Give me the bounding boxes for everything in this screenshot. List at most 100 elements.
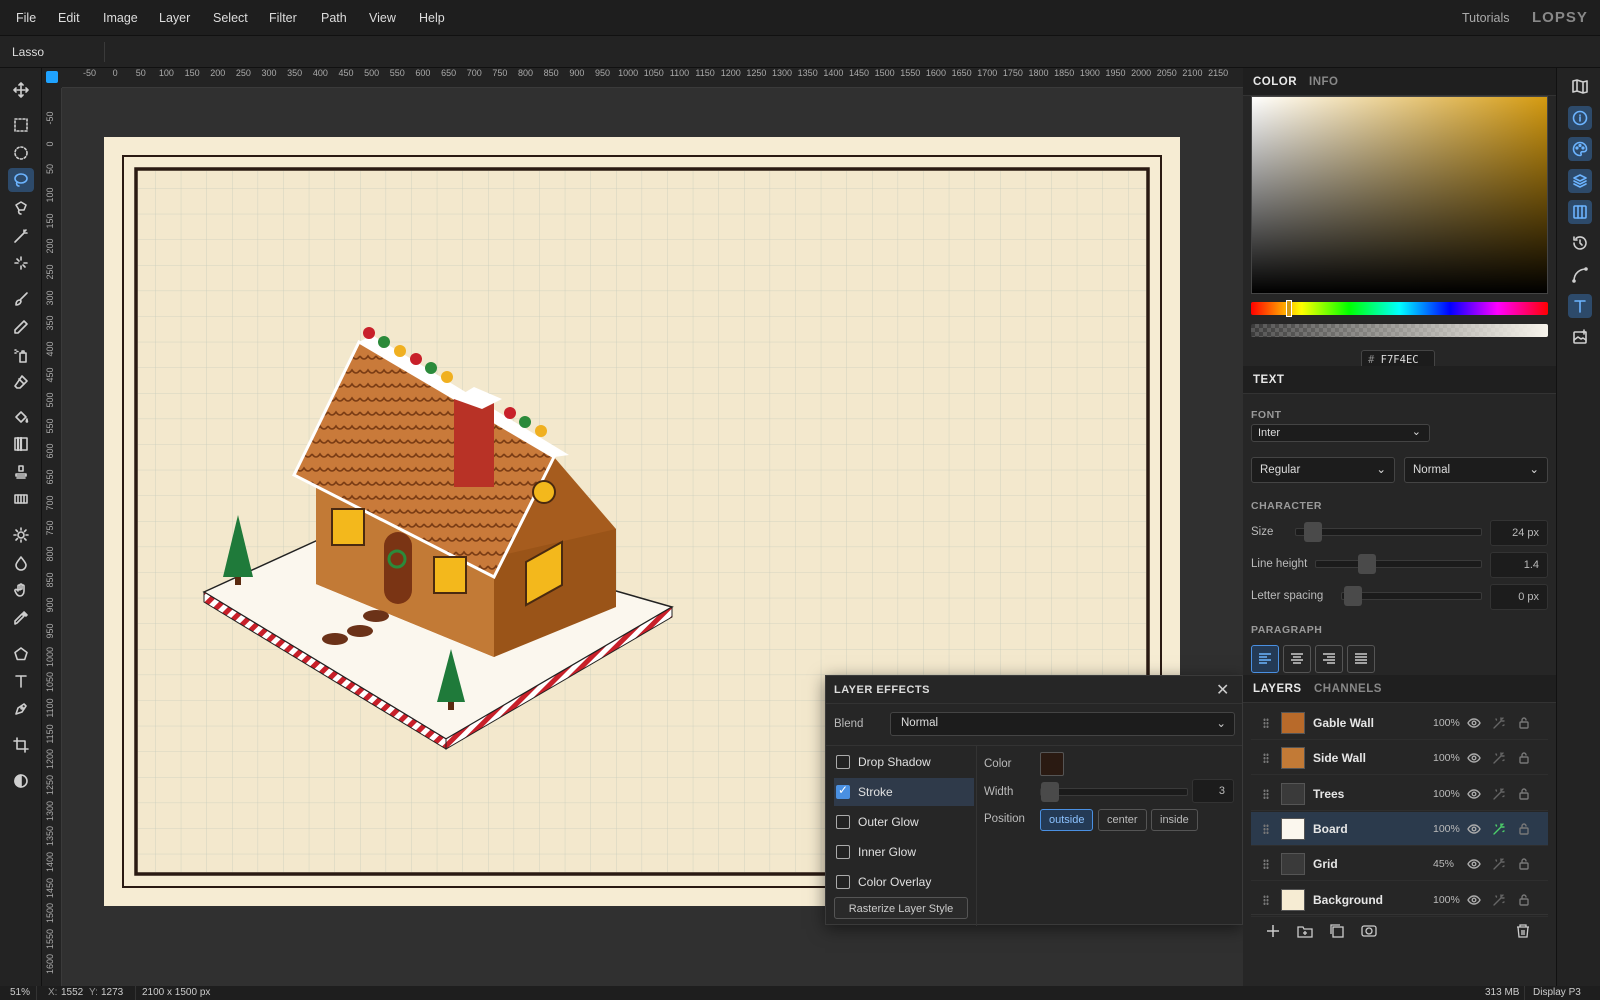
slider-thumb[interactable] <box>1344 586 1362 606</box>
color-picker-field[interactable] <box>1251 96 1548 294</box>
tab-info[interactable]: INFO <box>1309 76 1338 88</box>
drag-handle-icon[interactable] <box>1263 894 1269 906</box>
eyedropper-tool[interactable] <box>8 606 34 630</box>
lock-icon[interactable] <box>1517 857 1531 871</box>
checkbox[interactable] <box>836 815 850 829</box>
hue-slider[interactable] <box>1251 300 1548 317</box>
vertical-ruler[interactable]: -50 0 50 100 150 200 250 300 350 400 450 500 550 600 6… <box>42 88 62 986</box>
layer-opacity[interactable]: 100% <box>1433 788 1460 800</box>
checkbox[interactable] <box>836 755 850 769</box>
horizontal-ruler[interactable]: -50 0 50 100 150 200 250 300 350 400 450 500 550 600 6… <box>62 68 1243 88</box>
channels-panel-button[interactable] <box>1568 200 1592 224</box>
align-left-button[interactable] <box>1251 645 1279 673</box>
stamp-tool[interactable] <box>8 460 34 484</box>
lasso-tool[interactable] <box>8 168 34 192</box>
checkbox-checked[interactable]: ✓ <box>836 783 850 799</box>
stroke-width-input[interactable]: 3 <box>1192 779 1234 803</box>
stroke-width-slider[interactable] <box>1040 782 1188 802</box>
layer-row[interactable]: Side Wall 100% <box>1251 741 1548 776</box>
eye-icon[interactable] <box>1467 751 1481 765</box>
eye-icon[interactable] <box>1467 893 1481 907</box>
paths-panel-button[interactable] <box>1568 263 1592 287</box>
layer-row[interactable]: Grid 45% <box>1251 847 1548 882</box>
drag-handle-icon[interactable] <box>1263 753 1269 765</box>
image-panel-button[interactable] <box>1568 325 1592 349</box>
quick-select-tool[interactable] <box>8 251 34 275</box>
brush-tool[interactable] <box>8 287 34 311</box>
checkbox[interactable] <box>836 845 850 859</box>
position-center-button[interactable]: center <box>1098 809 1147 831</box>
slider-thumb[interactable] <box>1304 522 1322 542</box>
text-panel-button[interactable] <box>1568 294 1592 318</box>
position-inside-button[interactable]: inside <box>1151 809 1198 831</box>
alpha-slider[interactable] <box>1251 324 1548 337</box>
font-style-select[interactable]: Normal ⌄ <box>1404 457 1548 483</box>
blend-select[interactable]: Normal ⌄ <box>890 712 1235 736</box>
effects-icon[interactable] <box>1492 751 1506 765</box>
layer-opacity[interactable]: 100% <box>1433 823 1460 835</box>
fill-tool[interactable] <box>8 405 34 429</box>
tab-color[interactable]: COLOR <box>1253 76 1297 88</box>
align-right-button[interactable] <box>1315 645 1343 673</box>
effects-icon[interactable] <box>1492 787 1506 801</box>
color-panel-button[interactable] <box>1568 137 1592 161</box>
tutorials-link[interactable]: Tutorials <box>1462 11 1509 25</box>
effects-icon[interactable] <box>1492 822 1506 836</box>
crop-tool[interactable] <box>8 733 34 757</box>
effect-inner-glow[interactable]: Inner Glow <box>834 838 974 866</box>
effect-stroke[interactable]: ✓ Stroke <box>834 778 974 806</box>
drag-handle-icon[interactable] <box>1263 859 1269 871</box>
navigator-button[interactable] <box>1568 74 1592 98</box>
eye-icon[interactable] <box>1467 787 1481 801</box>
effects-icon[interactable] <box>1492 857 1506 871</box>
drag-handle-icon[interactable] <box>1263 788 1269 800</box>
pen-tool[interactable] <box>8 697 34 721</box>
menu-layer[interactable]: Layer <box>159 11 190 25</box>
eye-icon[interactable] <box>1467 716 1481 730</box>
layer-row[interactable]: Trees 100% <box>1251 777 1548 811</box>
line-height-input[interactable]: 1.4 <box>1490 552 1548 578</box>
menu-image[interactable]: Image <box>103 11 138 25</box>
shape-tool[interactable] <box>8 642 34 666</box>
move-tool[interactable] <box>8 78 34 102</box>
contrast-tool[interactable] <box>8 769 34 793</box>
layer-row[interactable]: Board 100% <box>1251 811 1548 846</box>
eraser-tool[interactable] <box>8 370 34 394</box>
pattern-tool[interactable] <box>8 487 34 511</box>
eye-icon[interactable] <box>1467 822 1481 836</box>
hue-thumb[interactable] <box>1286 300 1292 317</box>
layer-row[interactable]: Gable Wall 100% <box>1251 706 1548 740</box>
tab-text[interactable]: TEXT <box>1253 374 1284 386</box>
duplicate-layer-icon[interactable] <box>1329 923 1345 939</box>
menu-help[interactable]: Help <box>419 11 445 25</box>
history-panel-button[interactable] <box>1568 231 1592 255</box>
polygon-lasso-tool[interactable] <box>8 196 34 220</box>
font-family-select[interactable]: Inter ⌄ <box>1251 424 1430 442</box>
spray-tool[interactable] <box>8 343 34 367</box>
position-outside-button[interactable]: outside <box>1040 809 1094 831</box>
effect-drop-shadow[interactable]: Drop Shadow <box>834 748 974 776</box>
slider-thumb[interactable] <box>1041 782 1059 802</box>
menu-file[interactable]: File <box>16 11 36 25</box>
line-height-slider[interactable] <box>1315 554 1482 574</box>
text-tool[interactable] <box>8 669 34 693</box>
tab-channels[interactable]: CHANNELS <box>1314 683 1382 695</box>
hand-tool[interactable] <box>8 578 34 602</box>
menu-filter[interactable]: Filter <box>269 11 297 25</box>
size-input[interactable]: 24 px <box>1490 520 1548 546</box>
lock-icon[interactable] <box>1517 893 1531 907</box>
new-group-icon[interactable] <box>1297 923 1313 939</box>
rasterize-button[interactable]: Rasterize Layer Style <box>834 897 968 919</box>
letter-spacing-slider[interactable] <box>1341 586 1482 606</box>
magic-wand-tool[interactable] <box>8 224 34 248</box>
layer-opacity[interactable]: 45% <box>1433 858 1454 870</box>
size-slider[interactable] <box>1295 522 1482 542</box>
layer-opacity[interactable]: 100% <box>1433 717 1460 729</box>
zoom-level[interactable]: 51% <box>10 987 30 998</box>
blur-tool[interactable] <box>8 551 34 575</box>
layer-opacity[interactable]: 100% <box>1433 894 1460 906</box>
stroke-color-swatch[interactable] <box>1040 752 1064 776</box>
trash-icon[interactable] <box>1515 923 1531 939</box>
gradient-tool[interactable] <box>8 432 34 456</box>
effects-icon[interactable] <box>1492 716 1506 730</box>
